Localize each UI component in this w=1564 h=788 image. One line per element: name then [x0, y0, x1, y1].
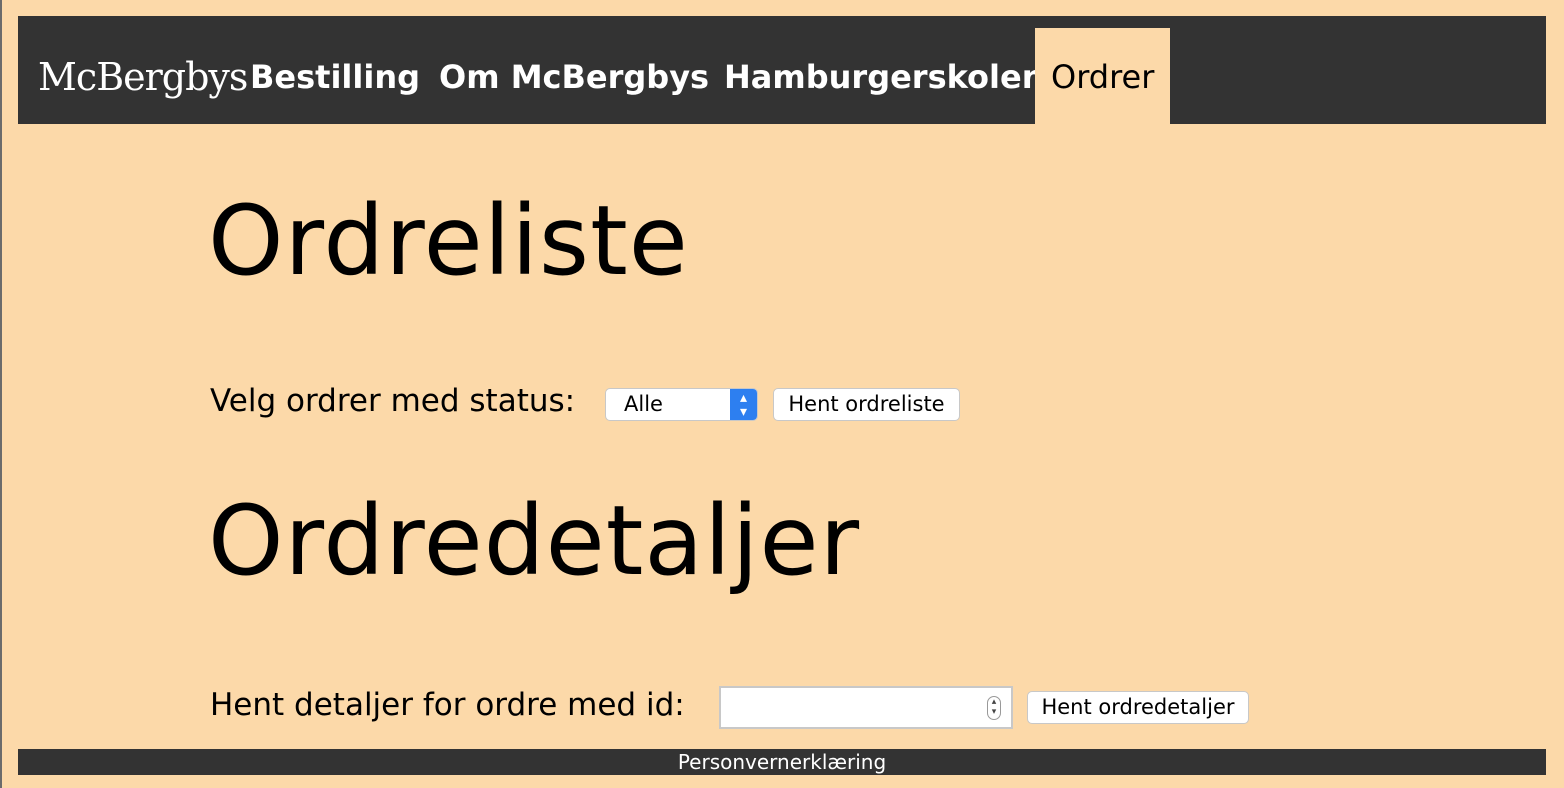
chevron-updown-icon: ▴ ▾ [730, 389, 757, 420]
nav-link-hamburgerskolen[interactable]: Hamburgerskolen [724, 28, 1044, 124]
order-id-label: Hent detaljer for ordre med id: [210, 687, 685, 723]
status-select[interactable]: Alle ▴ ▾ [605, 388, 758, 421]
status-label: Velg ordrer med status: [210, 383, 576, 419]
fetch-order-list-button[interactable]: Hent ordreliste [773, 388, 960, 421]
privacy-policy-link[interactable]: Personvernerklæring [678, 750, 886, 774]
nav-link-om-mcbergbys[interactable]: Om McBergbys [439, 28, 709, 124]
order-id-input[interactable]: ▴ ▾ [719, 686, 1013, 729]
footer-bar: Personvernerklæring [18, 749, 1546, 775]
spinner-icon[interactable]: ▴ ▾ [987, 696, 1001, 720]
nav-link-ordrer[interactable]: Ordrer [1035, 28, 1171, 124]
brand-logo[interactable]: McBergbys [38, 52, 248, 102]
top-navbar: McBergbys Bestilling Om McBergbys Hambur… [18, 16, 1546, 124]
nav-link-bestilling[interactable]: Bestilling [250, 28, 420, 124]
order-list-title: Ordreliste [208, 185, 689, 297]
fetch-order-details-button[interactable]: Hent ordredetaljer [1027, 691, 1249, 724]
status-select-value: Alle [624, 392, 663, 416]
order-details-title: Ordredetaljer [208, 485, 861, 597]
